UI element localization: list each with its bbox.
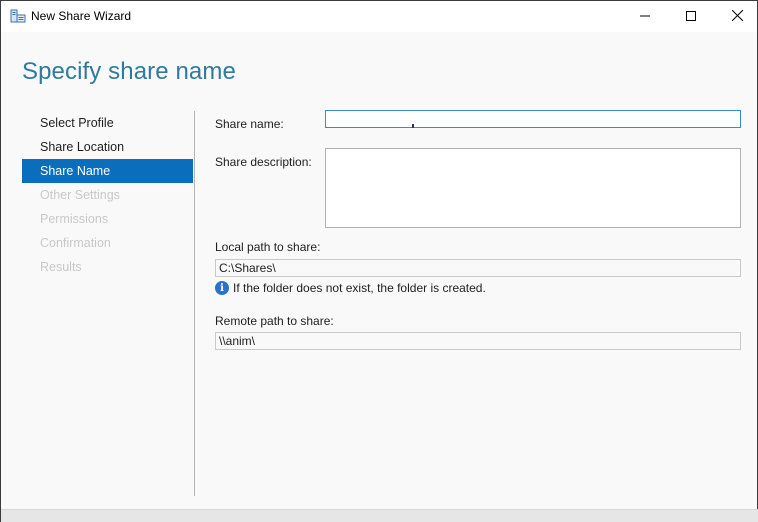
minimize-button[interactable] <box>622 1 668 32</box>
close-button[interactable] <box>714 1 758 32</box>
minimize-icon <box>640 10 650 24</box>
maximize-icon <box>686 10 696 24</box>
remote-path-field[interactable]: \\anim\ <box>215 332 741 350</box>
local-path-label: Local path to share: <box>215 240 321 254</box>
share-name-label: Share name: <box>215 117 284 131</box>
server-manager-icon <box>10 9 26 23</box>
nav-item-results: Results <box>40 260 82 274</box>
nav-item-permissions: Permissions <box>40 212 109 226</box>
title-bar[interactable]: New Share Wizard <box>1 1 757 32</box>
close-icon <box>731 9 743 24</box>
page-title: Specify share name <box>22 58 236 85</box>
local-path-field[interactable]: C:\Shares\ <box>215 259 741 277</box>
bottom-bar <box>1 509 758 522</box>
share-description-input[interactable] <box>325 148 741 228</box>
info-message: i If the folder does not exist, the fold… <box>215 281 486 295</box>
window-title: New Share Wizard <box>31 9 132 23</box>
nav-item-share-name[interactable]: Share Name <box>22 159 193 183</box>
nav-divider <box>194 111 195 496</box>
nav-item-confirmation: Confirmation <box>40 236 111 250</box>
wizard-window: New Share Wizard Specify share name Sele… <box>0 0 758 522</box>
mouse-cursor <box>412 124 414 128</box>
info-text: If the folder does not exist, the folder… <box>233 281 486 295</box>
remote-path-label: Remote path to share: <box>215 314 334 328</box>
wizard-nav: Select Profile Share Location Share Name… <box>22 111 193 279</box>
share-name-input[interactable] <box>325 110 741 128</box>
share-description-label: Share description: <box>215 155 312 169</box>
nav-item-other-settings: Other Settings <box>40 188 120 202</box>
nav-item-select-profile[interactable]: Select Profile <box>22 111 193 135</box>
nav-item-share-location[interactable]: Share Location <box>22 135 193 159</box>
maximize-button[interactable] <box>668 1 714 32</box>
info-icon: i <box>215 281 229 295</box>
